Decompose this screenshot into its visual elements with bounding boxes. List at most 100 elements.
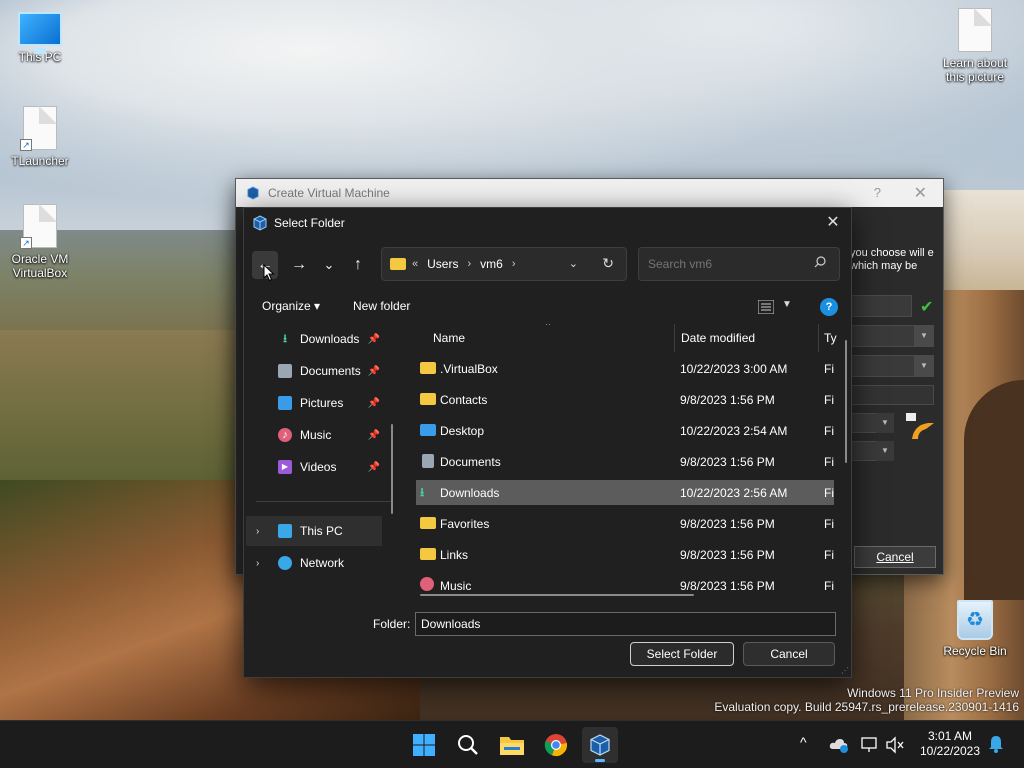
cancel-button[interactable]: Cancel [743,642,835,666]
onedrive-icon[interactable] [829,737,849,753]
refresh-icon[interactable]: ↻ [602,255,614,272]
select-folder-button[interactable]: Select Folder [630,642,734,666]
help-button[interactable]: ? [874,185,881,200]
forward-button[interactable]: → [286,251,312,279]
chevron-down-icon[interactable]: ▼ [914,326,934,346]
file-row[interactable]: Documents 9/8/2023 1:56 PM Fi [416,449,834,474]
file-name: Links [440,548,469,562]
column-header-name[interactable]: Name [433,324,465,352]
notification-bell-icon[interactable] [988,735,1004,753]
pin-icon[interactable]: 📌 [368,366,380,377]
file-explorer-icon [500,737,524,755]
videos-icon: ▶ [278,460,292,474]
breadcrumb-separator[interactable]: › [467,258,471,270]
system-clock[interactable]: 3:01 AM 10/22/2023 [915,729,985,759]
folder-icon [390,258,406,270]
column-divider[interactable] [674,324,675,352]
folder-icon [420,393,436,405]
new-folder-button[interactable]: New folder [353,299,410,313]
chevron-down-icon[interactable]: ▼ [876,441,894,461]
file-row[interactable]: .VirtualBox 10/22/2023 3:00 AM Fi [416,356,834,381]
chevron-down-icon[interactable]: ▼ [914,356,934,376]
chrome-button[interactable] [538,727,574,763]
close-button[interactable]: ✕ [914,183,927,203]
up-button[interactable]: ↑ [345,251,371,279]
start-button[interactable] [406,727,442,763]
search-icon[interactable] [814,256,826,268]
command-bar: Organize ▾ New folder ▼ ? [244,294,853,320]
folder-field[interactable]: Downloads [415,612,836,636]
desktop-icon-virtualbox[interactable]: ↗ Oracle VM VirtualBox [0,204,80,280]
nav-item-this-pc[interactable]: › This PC [246,516,382,546]
file-list-vertical-scrollbar[interactable] [845,340,847,463]
breadcrumb-separator[interactable]: › [512,258,516,270]
navigation-pane: ⭳ Downloads 📌 Documents 📌 Pictures 📌 ♪ M… [244,324,394,604]
nav-item-videos[interactable]: ▶ Videos 📌 [258,452,380,482]
breadcrumb-overflow[interactable]: « [412,258,418,270]
organize-button[interactable]: Organize ▾ [262,299,320,313]
pin-icon[interactable]: 📌 [368,462,380,473]
chevron-down-icon[interactable]: ⌄ [569,257,578,270]
document-icon [958,8,992,52]
nav-item-pictures[interactable]: Pictures 📌 [258,388,380,418]
view-options-icon[interactable] [758,300,774,314]
file-row[interactable]: Desktop 10/22/2023 2:54 AM Fi [416,418,834,443]
file-name: Downloads [440,486,500,500]
file-explorer-button[interactable] [494,727,530,763]
nav-item-downloads[interactable]: ⭳ Downloads 📌 [258,324,380,354]
resize-grip-icon[interactable]: ⋰ [841,666,849,675]
search-input[interactable] [638,247,840,281]
search-button[interactable] [450,727,486,763]
nav-item-label: Documents [300,364,361,378]
file-date: 9/8/2023 1:56 PM [680,579,775,593]
wallpaper-town [934,190,1024,290]
shortcut-arrow-icon: ↗ [20,139,32,151]
help-icon[interactable]: ? [820,298,838,316]
pin-icon[interactable]: 📌 [368,334,380,345]
nav-item-network[interactable]: › Network [246,548,382,578]
close-button[interactable]: ✕ [823,213,843,233]
chevron-down-icon[interactable]: ▼ [876,413,894,433]
file-row[interactable]: Contacts 9/8/2023 1:56 PM Fi [416,387,834,412]
nav-pane-scrollbar[interactable] [391,424,393,514]
nav-pane-divider [256,501,392,502]
create-vm-titlebar: Create Virtual Machine ? ✕ [236,179,943,207]
file-type: Fi [824,486,834,500]
chevron-down-icon[interactable]: ▼ [782,299,792,310]
nav-item-documents[interactable]: Documents 📌 [258,356,380,386]
file-date: 9/8/2023 1:56 PM [680,548,775,562]
chevron-right-icon[interactable]: › [256,558,259,569]
sort-ascending-icon: ^ [546,324,551,330]
pin-icon[interactable]: 📌 [368,430,380,441]
address-bar[interactable]: « Users › vm6 › ⌄ ↻ [381,247,627,281]
desktop-icon-recycle-bin[interactable]: ♻ Recycle Bin [935,600,1015,658]
pin-icon[interactable]: 📌 [368,398,380,409]
desktop-icon-label: TLauncher [11,154,69,168]
column-header-date[interactable]: Date modified [681,324,755,352]
show-hidden-icons-button[interactable]: ^ [800,734,807,750]
vm-edition-field[interactable] [850,385,934,405]
file-list-horizontal-scrollbar[interactable] [420,594,694,596]
network-icon[interactable] [860,736,880,754]
vm-name-field[interactable] [850,295,912,317]
desktop-icon-learn-picture[interactable]: Learn about this picture [935,8,1015,84]
column-header-type[interactable]: Ty [824,324,837,352]
column-divider[interactable] [818,324,819,352]
file-row-selected[interactable]: ⭳ Downloads 10/22/2023 2:56 AM Fi [416,480,834,505]
breadcrumb-vm6[interactable]: vm6 [480,257,503,271]
nav-item-music[interactable]: ♪ Music 📌 [258,420,380,450]
wallpaper-arch [964,380,1024,600]
chevron-right-icon[interactable]: › [256,526,259,537]
checkmark-icon: ✔ [920,299,934,316]
file-name: Desktop [440,424,485,438]
breadcrumb-users[interactable]: Users [427,257,458,271]
volume-muted-icon[interactable] [885,736,905,754]
file-row[interactable]: Links 9/8/2023 1:56 PM Fi [416,542,834,567]
recent-locations-button[interactable]: ⌄ [316,251,342,279]
virtualbox-button[interactable] [582,727,618,763]
vm-cancel-button[interactable]: Cancel [854,546,936,568]
desktop-icon-tlauncher[interactable]: ↗ TLauncher [0,106,80,168]
file-name: Music [440,579,472,593]
file-row[interactable]: Favorites 9/8/2023 1:56 PM Fi [416,511,834,536]
desktop-icon-this-pc[interactable]: This PC [0,12,80,64]
